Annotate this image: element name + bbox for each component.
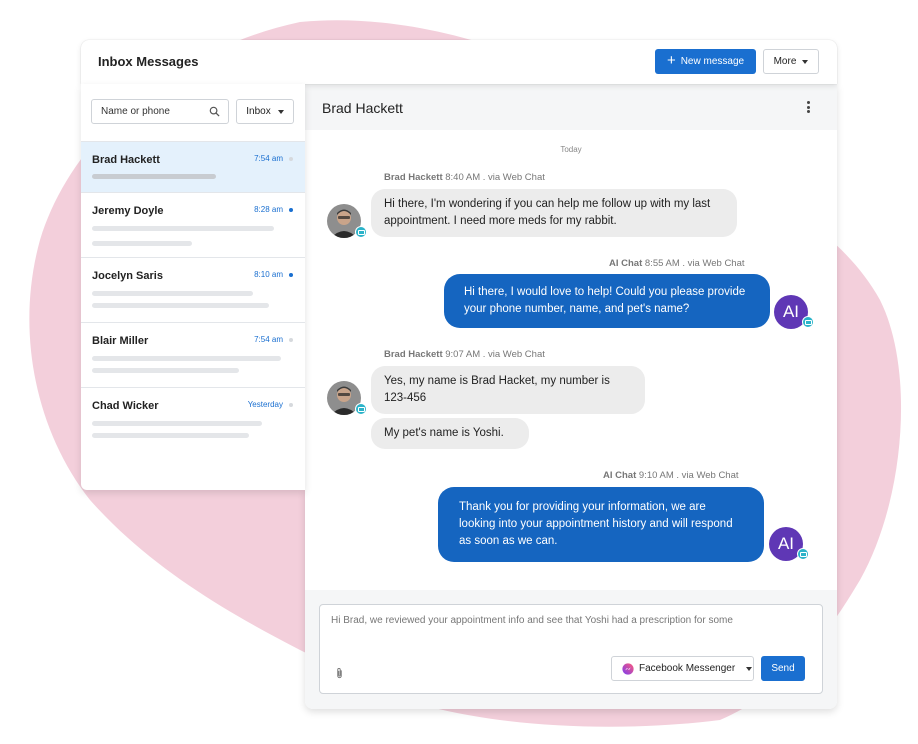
- conversation-time: 8:28 am: [254, 205, 283, 214]
- inbox-header: Inbox Messages + New message More: [81, 40, 837, 84]
- message-meta: AI Chat 9:10 AM . via Web Chat: [603, 470, 739, 481]
- message-sender: Brad Hackett: [384, 172, 443, 183]
- preview-placeholder: [92, 368, 239, 373]
- message-time: 9:07 AM . via Web Chat: [445, 349, 545, 360]
- conversation-item[interactable]: Brad Hackett 7:54 am: [81, 141, 305, 192]
- search-input[interactable]: Name or phone: [91, 99, 229, 124]
- new-message-label: New message: [680, 56, 745, 67]
- plus-icon: +: [666, 52, 676, 69]
- conversation-list-panel: Name or phone Inbox Brad Hackett 7:54 am…: [81, 84, 305, 490]
- unread-status-dot: [289, 208, 293, 212]
- message-bubble: My pet's name is Yoshi.: [371, 418, 529, 449]
- conversation-name: Blair Miller: [92, 335, 149, 347]
- preview-placeholder: [92, 356, 281, 361]
- message-input[interactable]: Hi Brad, we reviewed your appointment in…: [331, 615, 811, 626]
- conversation-name: Jeremy Doyle: [92, 205, 164, 217]
- send-button[interactable]: Send: [761, 656, 805, 681]
- conversation-time: 8:10 am: [254, 270, 283, 279]
- read-status-dot: [289, 403, 293, 407]
- conversation-name: Brad Hackett: [92, 154, 160, 166]
- read-status-dot: [289, 157, 293, 161]
- message-bubble: Yes, my name is Brad Hacket, my number i…: [371, 366, 645, 414]
- message-bubble: Hi there, I would love to help! Could yo…: [444, 274, 770, 328]
- search-placeholder: Name or phone: [101, 106, 170, 117]
- more-dropdown[interactable]: More: [763, 49, 819, 74]
- preview-placeholder: [92, 226, 274, 231]
- conversation-time: 7:54 am: [254, 335, 283, 344]
- conversation-name: Chad Wicker: [92, 400, 159, 412]
- message-bubble: Thank you for providing your information…: [438, 487, 764, 562]
- chat-contact-name: Brad Hackett: [322, 100, 403, 116]
- more-options-icon[interactable]: [807, 101, 811, 113]
- conversation-item[interactable]: Blair Miller 7:54 am: [81, 322, 305, 387]
- channel-select[interactable]: Facebook Messenger: [611, 656, 754, 681]
- message-meta: AI Chat 8:55 AM . via Web Chat: [609, 258, 745, 269]
- message-meta: Brad Hackett 8:40 AM . via Web Chat: [384, 172, 545, 183]
- web-chat-badge-icon: [355, 226, 367, 238]
- chat-panel: Brad Hackett Today Brad Hackett 8:40 AM …: [305, 84, 837, 709]
- preview-placeholder: [92, 421, 262, 426]
- read-status-dot: [289, 338, 293, 342]
- composer-area: Hi Brad, we reviewed your appointment in…: [305, 590, 837, 709]
- web-chat-badge-icon: [797, 548, 809, 560]
- preview-placeholder: [92, 433, 249, 438]
- message-time: 8:40 AM . via Web Chat: [445, 172, 545, 183]
- page-title: Inbox Messages: [98, 54, 199, 69]
- conversation-name: Jocelyn Saris: [92, 270, 163, 282]
- messenger-icon: [622, 662, 634, 675]
- more-label: More: [773, 56, 797, 67]
- paperclip-icon[interactable]: [335, 667, 344, 679]
- message-sender: AI Chat: [603, 470, 637, 481]
- message-sender: Brad Hackett: [384, 349, 443, 360]
- preview-placeholder: [92, 303, 269, 308]
- conversation-time: Yesterday: [247, 400, 283, 409]
- search-icon: [209, 106, 220, 117]
- conversation-time: 7:54 am: [254, 154, 283, 163]
- conversation-item[interactable]: Jocelyn Saris 8:10 am: [81, 257, 305, 322]
- new-message-button[interactable]: + New message: [655, 49, 756, 74]
- chevron-down-icon: [746, 666, 753, 671]
- message-meta: Brad Hackett 9:07 AM . via Web Chat: [384, 349, 545, 360]
- conversation-item[interactable]: Chad Wicker Yesterday: [81, 387, 305, 452]
- preview-placeholder: [92, 174, 216, 179]
- message-time: 8:55 AM . via Web Chat: [644, 258, 745, 269]
- web-chat-badge-icon: [802, 316, 814, 328]
- day-divider: Today: [560, 145, 582, 154]
- conversation-item[interactable]: Jeremy Doyle 8:28 am: [81, 192, 305, 257]
- unread-status-dot: [289, 273, 293, 277]
- chat-header: Brad Hackett: [305, 84, 837, 130]
- web-chat-badge-icon: [355, 403, 367, 415]
- chevron-down-icon: [277, 109, 284, 114]
- preview-placeholder: [92, 241, 192, 246]
- message-time: 9:10 AM . via Web Chat: [638, 470, 739, 481]
- preview-placeholder: [92, 291, 253, 296]
- channel-label: Facebook Messenger: [639, 663, 736, 674]
- message-composer[interactable]: Hi Brad, we reviewed your appointment in…: [319, 604, 823, 694]
- folder-select-label: Inbox: [246, 106, 271, 117]
- message-bubble: Hi there, I'm wondering if you can help …: [371, 189, 737, 237]
- folder-select[interactable]: Inbox: [236, 99, 294, 124]
- chevron-down-icon: [802, 59, 809, 64]
- message-sender: AI Chat: [609, 258, 643, 269]
